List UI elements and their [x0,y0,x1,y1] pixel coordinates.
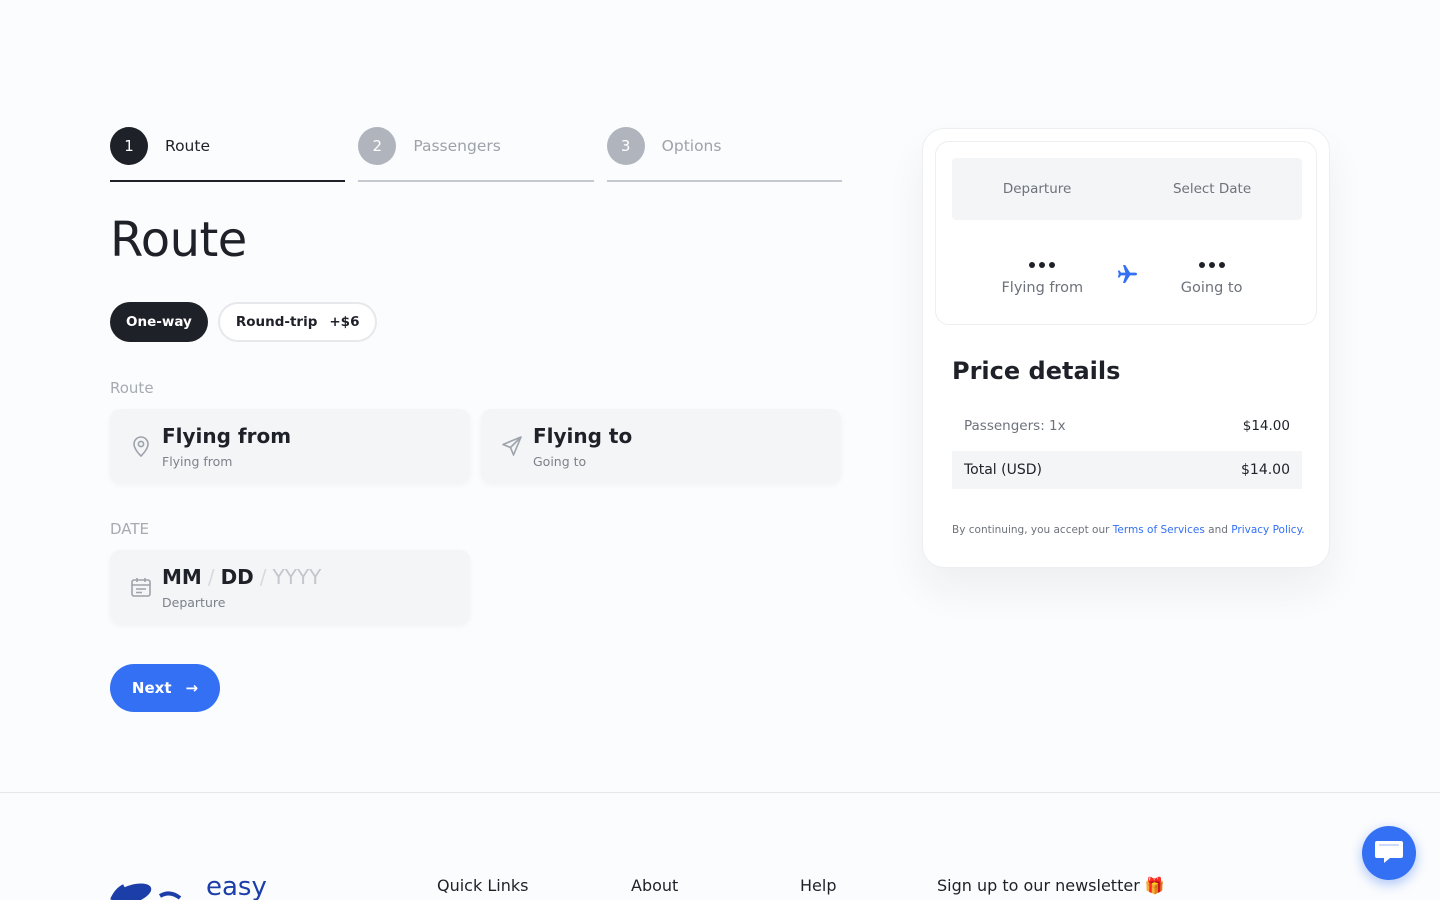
passengers-amount: $14.00 [1242,418,1290,434]
passengers-label: Passengers: 1x [964,418,1066,434]
destination-placeholder-dots [1198,260,1225,270]
step-label: Options [661,137,722,155]
step-label: Route [165,137,210,155]
logo-text: easy [206,872,267,900]
date-input[interactable]: MM / DD / YYYY [162,565,321,589]
footer-logo[interactable]: easy [110,872,267,900]
departure-row: Departure Select Date [952,158,1302,220]
date-day: DD [220,564,254,589]
footer-about[interactable]: About [631,876,678,895]
select-date-label: Select Date [1172,181,1252,197]
terms-and: and [1204,524,1232,536]
date-separator: / [207,564,215,589]
flying-to-title: Flying to [533,423,633,448]
destination-summary: Going to [1152,260,1272,296]
round-trip-button[interactable]: Round-trip +$6 [217,302,378,342]
price-details-title: Price details [952,357,1121,385]
logo-mark-icon [110,872,186,900]
round-trip-surcharge: +$6 [329,314,360,330]
total-amount: $14.00 [1241,462,1290,478]
booking-page: 1 Route 2 Passengers 3 Options Route One… [0,0,1440,900]
date-month: MM [162,564,202,589]
origin-placeholder-dots [1029,260,1056,270]
departure-hint: Departure [162,594,226,610]
flying-from-field[interactable]: Flying from Flying from [110,409,470,483]
terms-prefix: By continuing, you accept our [952,524,1113,536]
flying-from-title: Flying from [162,423,292,448]
footer-newsletter-heading: Sign up to our newsletter 🎁 [937,876,1165,895]
total-price-row: Total (USD) $14.00 [952,451,1302,489]
flight-summary: Departure Select Date Flying from Going … [935,141,1317,325]
footer-divider [0,792,1440,793]
step-options[interactable]: 3 Options [606,127,842,182]
departure-label: Departure [1002,181,1072,197]
departure-date-field[interactable]: MM / DD / YYYY Departure [110,550,470,624]
next-label: Next [131,679,172,697]
origin-summary: Flying from [982,260,1102,296]
flying-to-hint: Going to [533,453,587,469]
send-icon [501,435,523,457]
stepper: 1 Route 2 Passengers 3 Options [110,127,842,182]
one-way-button[interactable]: One-way [110,302,208,342]
one-way-label: One-way [126,314,192,330]
step-passengers[interactable]: 2 Passengers [358,127,594,182]
destination-label: Going to [1180,280,1243,296]
flying-from-hint: Flying from [162,453,233,469]
date-year: YYYY [272,564,322,589]
terms-notice: By continuing, you accept our Terms of S… [952,524,1305,536]
step-number: 3 [606,127,645,165]
terms-of-service-link[interactable]: Terms of Services [1113,524,1205,536]
passengers-price-row: Passengers: 1x $14.00 [952,407,1302,445]
flying-to-field[interactable]: Flying to Going to [481,409,841,483]
date-section-label: DATE [110,520,150,538]
step-route[interactable]: 1 Route [110,127,346,182]
map-pin-icon [130,435,152,457]
footer-quick-links[interactable]: Quick Links [437,876,528,895]
page-title: Route [110,212,247,268]
round-trip-label: Round-trip [235,314,318,330]
step-number: 1 [110,127,148,165]
chat-button[interactable] [1362,826,1416,880]
route-section-label: Route [110,379,154,397]
footer-help[interactable]: Help [800,876,836,895]
chat-icon [1374,838,1404,868]
origin-label: Flying from [1001,280,1084,296]
booking-summary-card: Departure Select Date Flying from Going … [922,128,1330,568]
total-label: Total (USD) [964,462,1042,478]
route-visual: Flying from Going to [936,260,1318,296]
trip-type-toggle: One-way Round-trip +$6 [110,302,378,342]
arrow-right-icon: → [185,679,199,697]
privacy-policy-link[interactable]: Privacy Policy. [1231,524,1304,536]
step-label: Passengers [413,137,501,155]
airplane-icon [1115,262,1139,290]
next-button[interactable]: Next → [110,664,220,712]
date-separator: / [259,564,267,589]
calendar-icon [130,576,152,598]
step-number: 2 [358,127,397,165]
